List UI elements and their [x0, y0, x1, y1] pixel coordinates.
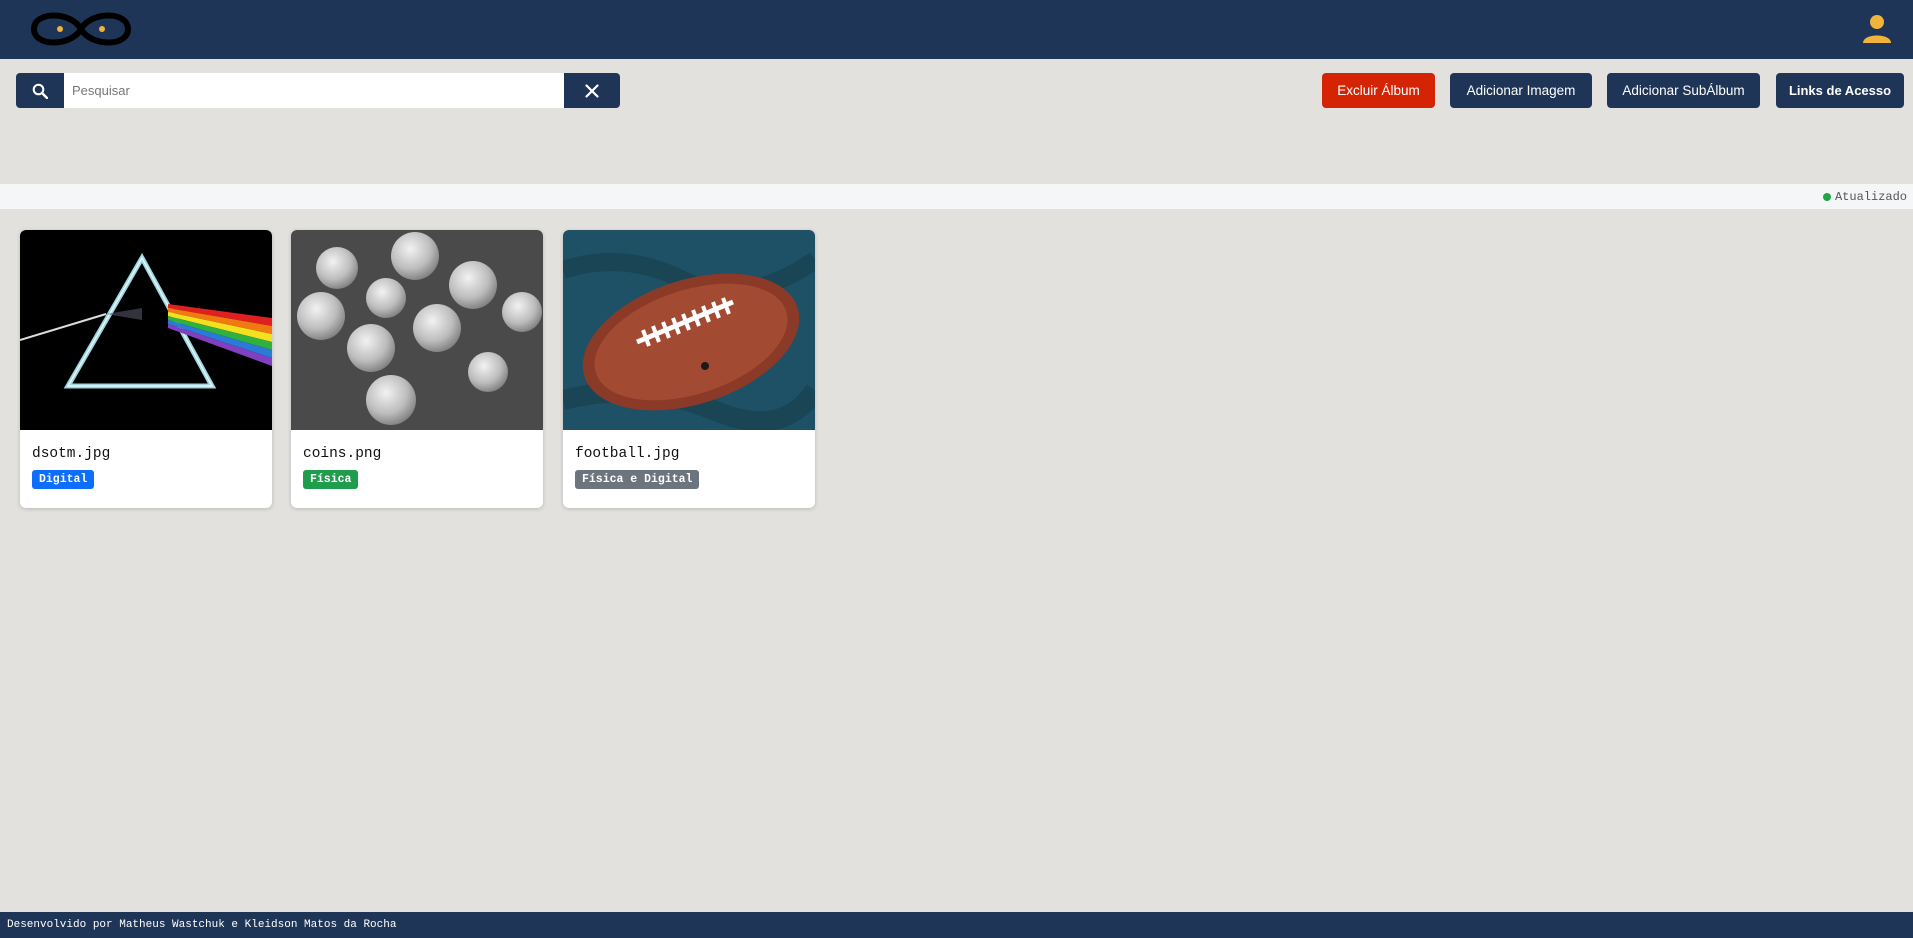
media-type-badge: Física [303, 470, 359, 489]
status-bar: Atualizado [0, 184, 1913, 209]
image-filename: football.jpg [575, 446, 680, 462]
top-navbar [0, 0, 1913, 59]
image-card[interactable]: coins.png Física [291, 230, 543, 508]
media-type-badge: Física e Digital [575, 470, 700, 489]
image-filename: coins.png [303, 446, 382, 462]
search-icon [32, 83, 48, 99]
add-subalbum-button[interactable]: Adicionar SubÁlbum [1607, 73, 1760, 108]
image-card[interactable]: football.jpg Física e Digital [563, 230, 815, 508]
status-indicator-dot [1822, 192, 1831, 201]
image-thumbnail [291, 230, 543, 430]
infinity-logo-icon[interactable] [26, 6, 136, 52]
close-icon [585, 83, 599, 98]
image-filename: dsotm.jpg [32, 446, 111, 462]
status-text: Atualizado [1834, 189, 1907, 204]
media-type-badge: Digital [32, 470, 95, 489]
user-icon[interactable] [1863, 13, 1891, 43]
clear-search-button[interactable] [564, 73, 620, 108]
search-bar [16, 73, 620, 108]
delete-album-button[interactable]: Excluir Álbum [1322, 73, 1435, 108]
search-input[interactable] [64, 73, 564, 108]
footer-credits: Desenvolvido por Matheus Wastchuk e Klei… [7, 919, 397, 931]
footer: Desenvolvido por Matheus Wastchuk e Klei… [0, 912, 1913, 938]
image-thumbnail [563, 230, 815, 430]
image-card[interactable]: dsotm.jpg Digital [20, 230, 272, 508]
access-links-button[interactable]: Links de Acesso [1776, 73, 1904, 108]
image-thumbnail [20, 230, 272, 430]
search-button[interactable] [16, 73, 64, 108]
add-image-button[interactable]: Adicionar Imagem [1450, 73, 1592, 108]
